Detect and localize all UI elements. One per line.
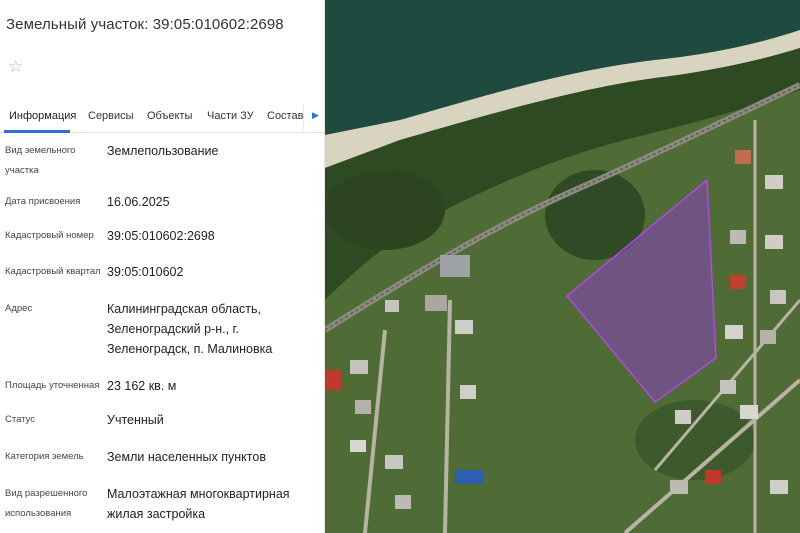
tab-composition[interactable]: Состав xyxy=(267,110,303,122)
field-value: 39:05:010602:2698 xyxy=(107,229,215,243)
building xyxy=(760,330,776,344)
tab-services[interactable]: Сервисы xyxy=(88,110,134,122)
building xyxy=(735,150,751,164)
star-icon[interactable]: ☆ xyxy=(8,58,26,76)
building xyxy=(740,405,758,419)
field-label: Вид земельного участка xyxy=(5,145,76,176)
field-value: 16.06.2025 xyxy=(107,195,170,209)
building xyxy=(385,300,399,312)
building xyxy=(670,480,688,494)
building xyxy=(350,360,368,374)
tree-patch xyxy=(635,400,755,480)
building xyxy=(455,470,483,484)
building xyxy=(455,320,473,334)
building xyxy=(425,295,447,311)
building xyxy=(770,480,788,494)
tab-bar: Информация Сервисы Объекты Части ЗУ Сост… xyxy=(0,103,324,133)
satellite-map[interactable] xyxy=(325,0,800,533)
tab-parts[interactable]: Части ЗУ xyxy=(207,110,254,122)
field-value: Земли населенных пунктов xyxy=(107,450,266,464)
building xyxy=(730,275,746,289)
building xyxy=(765,175,783,189)
field-value: Калининградская область, Зеленоградский … xyxy=(107,302,273,356)
building xyxy=(440,255,470,277)
field-label: Статус xyxy=(5,414,36,425)
building xyxy=(765,235,783,249)
tab-objects[interactable]: Объекты xyxy=(147,110,192,122)
tabs-scroll-button[interactable]: ▶ xyxy=(303,104,324,130)
field-label: Кадастровый квартал xyxy=(5,266,101,277)
building xyxy=(730,230,746,244)
tab-info[interactable]: Информация xyxy=(9,110,76,122)
building xyxy=(770,290,786,304)
field-label: Адрес xyxy=(5,303,33,314)
field-value: Учтенный xyxy=(107,413,164,427)
building xyxy=(385,455,403,469)
building xyxy=(725,325,743,339)
field-label: Кадастровый номер xyxy=(5,230,94,241)
building xyxy=(705,470,721,484)
building xyxy=(355,400,371,414)
field-label: Вид разрешенного использования xyxy=(5,488,88,519)
tree-patch xyxy=(325,170,445,250)
panel-title: Земельный участок: 39:05:010602:2698 xyxy=(6,16,284,33)
field-value: Малоэтажная многоквартирная жилая застро… xyxy=(107,487,290,521)
field-label: Площадь уточненная xyxy=(5,380,100,391)
field-label: Дата присвоения xyxy=(5,196,81,207)
field-value: Землепользование xyxy=(107,144,219,158)
building xyxy=(460,385,476,399)
chevron-right-icon: ▶ xyxy=(312,110,319,120)
active-tab-indicator xyxy=(4,130,70,133)
building xyxy=(720,380,736,394)
field-label: Категория земель xyxy=(5,451,84,462)
info-panel: Земельный участок: 39:05:010602:2698 ☆ И… xyxy=(0,0,325,533)
field-value: 39:05:010602 xyxy=(107,265,184,279)
field-value: 23 162 кв. м xyxy=(107,379,177,393)
map-canvas[interactable] xyxy=(325,0,800,533)
building xyxy=(395,495,411,509)
building xyxy=(325,370,341,390)
building xyxy=(675,410,691,424)
building xyxy=(350,440,366,452)
